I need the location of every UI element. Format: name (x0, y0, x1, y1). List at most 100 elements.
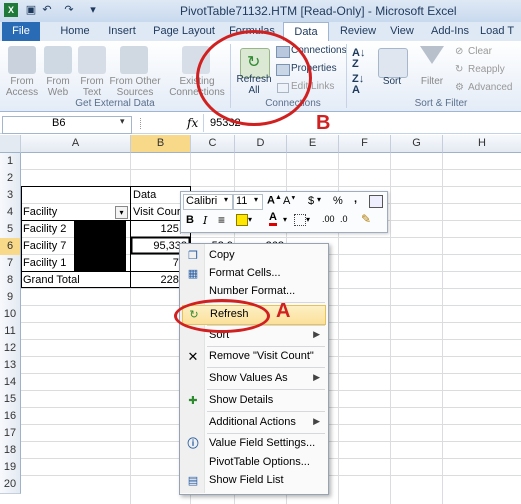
grow-font-icon[interactable]: A▲ (267, 194, 282, 207)
menu-item-copy[interactable]: ❐ Copy (182, 247, 326, 265)
tab-view[interactable]: View (384, 22, 420, 41)
row-header[interactable]: 14 (0, 374, 21, 392)
web-icon (44, 46, 72, 74)
menu-item-number-format[interactable]: Number Format... (182, 283, 326, 301)
fill-color-icon[interactable] (236, 214, 248, 226)
row-header[interactable]: 6 (0, 238, 21, 256)
undo-icon[interactable]: ↶ (40, 3, 54, 17)
filter-funnel-icon (420, 46, 444, 64)
tab-data[interactable]: Data (283, 22, 329, 42)
select-all-corner[interactable] (0, 135, 21, 153)
font-color-icon[interactable]: A (269, 212, 277, 226)
center-align-icon[interactable]: ≡ (218, 213, 225, 227)
bold-button[interactable]: B (186, 214, 194, 226)
sort-az-icon[interactable]: A↓ Z (352, 48, 365, 70)
from-access-button[interactable]: From Access (2, 76, 42, 98)
save-icon[interactable]: ▣ (24, 3, 38, 17)
advanced-button[interactable]: Advanced (468, 82, 512, 93)
text-file-icon (78, 46, 106, 74)
annotation-ellipse-a (174, 299, 270, 333)
customize-qat-icon[interactable]: ▾ (86, 3, 100, 17)
fill-color-dropdown-icon[interactable]: ▾ (248, 215, 252, 224)
reapply-button[interactable]: Reapply (468, 64, 505, 75)
menu-separator (207, 433, 325, 434)
tab-page-layout[interactable]: Page Layout (152, 22, 216, 41)
column-header-g[interactable]: G (391, 135, 443, 153)
formula-splitter[interactable] (140, 118, 144, 129)
menu-item-show-field-list[interactable]: ▤ Show Field List (182, 472, 326, 490)
menu-item-show-details[interactable]: ✚ Show Details (182, 392, 326, 410)
row-header[interactable]: 15 (0, 391, 21, 409)
redo-icon[interactable]: ↷ (62, 3, 76, 17)
font-size-dropdown-icon[interactable]: ▾ (254, 195, 258, 204)
shrink-font-icon[interactable]: A▼ (283, 195, 296, 207)
cell-a8[interactable]: Grand Total (23, 272, 123, 289)
increase-decimal-icon[interactable]: .0 (340, 214, 348, 224)
menu-item-format-cells[interactable]: ▦ Format Cells... (182, 265, 326, 283)
tab-file[interactable]: File (2, 22, 40, 41)
borders-dropdown-icon[interactable]: ▾ (306, 215, 310, 224)
font-name-dropdown-icon[interactable]: ▾ (224, 195, 228, 204)
row-header[interactable]: 5 (0, 221, 21, 239)
row-header[interactable]: 11 (0, 323, 21, 341)
menu-separator (207, 346, 325, 347)
menu-item-show-values-as[interactable]: Show Values As ▶ (182, 370, 326, 388)
format-painter-table-icon[interactable] (369, 195, 383, 208)
row-header[interactable]: 17 (0, 425, 21, 443)
tab-review[interactable]: Review (336, 22, 380, 41)
sort-za-icon[interactable]: Z↓ A (352, 74, 364, 96)
filter-button[interactable]: Filter (416, 76, 448, 87)
row-header[interactable]: 13 (0, 357, 21, 375)
column-header-b[interactable]: B (131, 135, 191, 153)
comma-format-icon[interactable]: , (354, 193, 357, 205)
cell-a4[interactable]: Facility (23, 204, 123, 221)
row-header[interactable]: 16 (0, 408, 21, 426)
row-header[interactable]: 1 (0, 153, 21, 171)
name-box-dropdown-icon[interactable]: ▾ (120, 116, 125, 127)
column-header-f[interactable]: F (339, 135, 391, 153)
percent-format-icon[interactable]: % (333, 195, 343, 207)
filter-dropdown-icon[interactable]: ▾ (115, 206, 128, 219)
menu-item-value-field-settings[interactable]: ⓘ Value Field Settings... (182, 435, 326, 453)
row-header[interactable]: 9 (0, 289, 21, 307)
insert-function-icon[interactable]: fx (187, 116, 198, 130)
italic-button[interactable]: I (203, 214, 207, 227)
column-header-h[interactable]: H (443, 135, 521, 153)
column-header-e[interactable]: E (287, 135, 339, 153)
tab-insert[interactable]: Insert (102, 22, 142, 41)
menu-item-remove-visit-count[interactable]: ✕ Remove "Visit Count" (182, 348, 326, 366)
row-header[interactable]: 7 (0, 255, 21, 273)
font-color-dropdown-icon[interactable]: ▾ (283, 215, 287, 224)
decrease-decimal-icon[interactable]: .00 (322, 214, 335, 224)
column-header-d[interactable]: D (235, 135, 287, 153)
advanced-icon: ⚙ (455, 82, 464, 93)
menu-item-pivottable-options[interactable]: PivotTable Options... (182, 454, 326, 472)
row-header[interactable]: 2 (0, 170, 21, 188)
currency-format-icon[interactable]: $ (308, 195, 314, 207)
menu-item-additional-actions[interactable]: Additional Actions ▶ (182, 414, 326, 432)
row-header[interactable]: 18 (0, 442, 21, 460)
row-header[interactable]: 12 (0, 340, 21, 358)
row-header[interactable]: 3 (0, 187, 21, 205)
row-header[interactable]: 4 (0, 204, 21, 222)
menu-separator (207, 367, 325, 368)
sort-button[interactable]: Sort (376, 76, 408, 87)
format-painter-icon[interactable]: ✎ (361, 212, 371, 226)
tab-load-test[interactable]: Load T (480, 22, 520, 41)
clear-button[interactable]: Clear (468, 46, 492, 57)
row-header[interactable]: 19 (0, 459, 21, 477)
excel-logo-icon: X (4, 3, 18, 17)
tab-home[interactable]: Home (56, 22, 94, 41)
column-header-c[interactable]: C (191, 135, 235, 153)
borders-icon[interactable] (294, 214, 306, 226)
tab-add-ins[interactable]: Add-Ins (426, 22, 474, 41)
row-header[interactable]: 8 (0, 272, 21, 290)
column-header-a[interactable]: A (21, 135, 131, 153)
row-header[interactable]: 20 (0, 476, 21, 494)
from-other-sources-button[interactable]: From Other Sources (106, 76, 164, 98)
currency-dropdown-icon[interactable]: ▾ (317, 195, 321, 204)
row-header[interactable]: 10 (0, 306, 21, 324)
name-box[interactable] (2, 116, 132, 134)
group-label-external-data: Get External Data (75, 98, 155, 109)
window-title: PivotTable71132.HTM [Read-Only] - Micros… (180, 4, 457, 18)
